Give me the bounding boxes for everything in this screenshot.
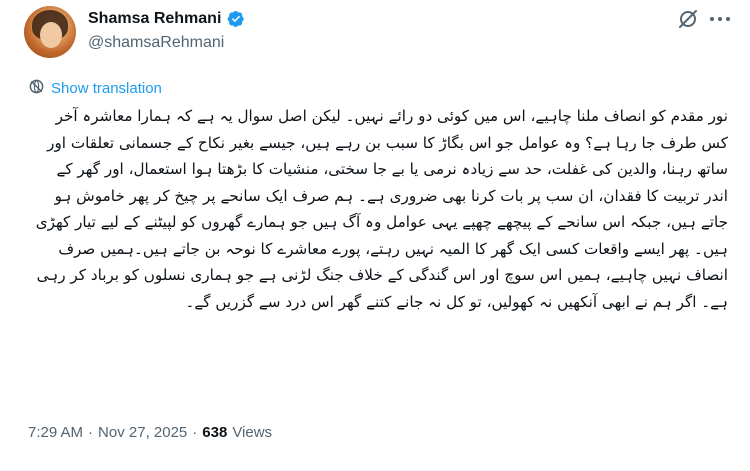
- grok-icon[interactable]: [677, 8, 699, 30]
- avatar-face: [40, 22, 62, 48]
- show-translation-button[interactable]: Show translation: [28, 78, 162, 99]
- display-name[interactable]: Shamsa Rehmani: [88, 10, 221, 28]
- author-handle[interactable]: @shamsaRehmani: [88, 34, 224, 52]
- tweet-text: نور مقدم کو انصاف ملنا چاہیے، اس میں کوئ…: [35, 107, 728, 311]
- tweet-meta: 7:29 AM · Nov 27, 2025 · 638 Views: [28, 424, 272, 441]
- views-count: 638: [202, 424, 228, 441]
- verified-badge-icon: [227, 10, 245, 28]
- meta-separator: ·: [88, 424, 94, 441]
- tweet-time[interactable]: 7:29 AM: [28, 424, 83, 441]
- meta-separator: ·: [192, 424, 198, 441]
- views-label: Views: [232, 424, 273, 441]
- translate-icon: [28, 78, 45, 99]
- author-name-row: Shamsa Rehmani: [88, 10, 245, 28]
- more-dots-icon[interactable]: [710, 14, 730, 24]
- tweet-date[interactable]: Nov 27, 2025: [98, 424, 187, 441]
- show-translation-label: Show translation: [51, 80, 162, 97]
- avatar[interactable]: [24, 6, 76, 58]
